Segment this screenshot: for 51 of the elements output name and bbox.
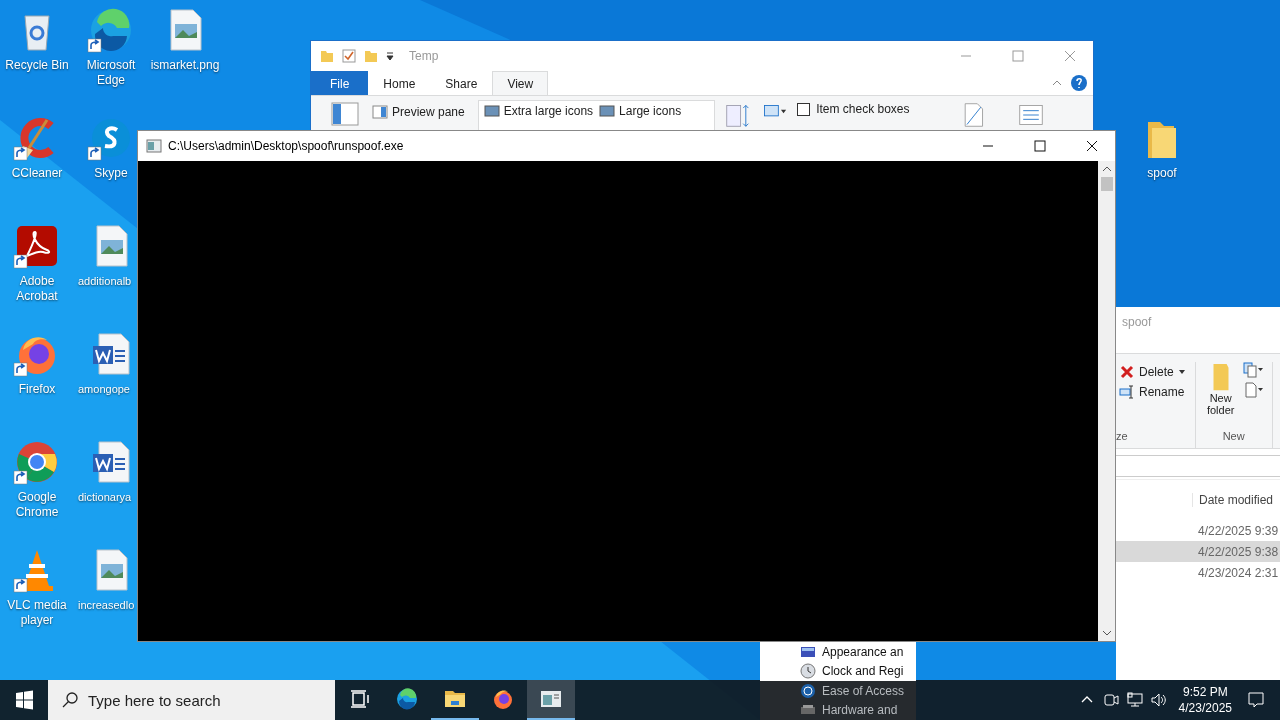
preview-pane-icon <box>372 104 388 120</box>
clock-date[interactable]: 4/23/2025 <box>1178 700 1232 716</box>
new-folder-button[interactable]: New folder <box>1203 362 1238 416</box>
layout-option[interactable]: Large icons <box>596 101 685 121</box>
desktop-icon-label[interactable]: Skype <box>94 166 128 181</box>
ease-icon[interactable] <box>800 682 816 699</box>
edge-icon <box>395 687 419 711</box>
help-icon[interactable] <box>1071 75 1087 91</box>
options-icon[interactable] <box>1017 102 1044 128</box>
file-row[interactable]: 4/23/2024 2:31 <box>1116 562 1280 583</box>
caret-icon <box>1177 368 1186 376</box>
delete-button[interactable]: Delete <box>1116 362 1189 382</box>
window-title: C:\Users\admin\Desktop\spoof\runspoof.exe <box>168 139 404 153</box>
ribbon-tab[interactable]: View <box>492 71 549 95</box>
console-app-icon <box>146 138 162 154</box>
desktop-icon-label[interactable]: ismarket.png <box>150 58 220 73</box>
search-icon <box>62 692 78 708</box>
dropdown-icon[interactable] <box>385 51 395 61</box>
clock-icon[interactable] <box>800 663 816 680</box>
console-taskbar-button[interactable] <box>527 680 575 720</box>
new-item-icon[interactable] <box>1241 362 1264 378</box>
clock-time[interactable]: 9:52 PM <box>1182 684 1228 700</box>
scrollbar-thumb[interactable] <box>1100 177 1113 191</box>
control-panel-link[interactable]: Appearance an <box>822 644 904 659</box>
search-field[interactable]: Type here to search <box>48 680 335 720</box>
properties-icon[interactable] <box>341 48 357 64</box>
group-label: New <box>1222 430 1245 442</box>
notifications-icon[interactable] <box>1246 690 1266 710</box>
desktop-icon-label[interactable]: spoof <box>1147 166 1177 181</box>
layout-option[interactable]: Extra large icons <box>480 101 597 121</box>
picture-frame-icon <box>483 103 500 119</box>
picture-frame-icon <box>599 103 616 119</box>
scrollbar[interactable] <box>1098 161 1115 641</box>
rename-button[interactable]: Rename <box>1116 382 1189 402</box>
navigation-pane-icon[interactable] <box>331 102 359 126</box>
item-check-boxes-checkbox[interactable]: Item check boxes <box>797 102 910 116</box>
rename-icon <box>1119 384 1135 400</box>
delete-icon <box>1119 364 1135 380</box>
column-header[interactable]: Date modified <box>1192 493 1274 507</box>
control-panel-link[interactable]: Clock and Regi <box>822 664 904 679</box>
sort-icon[interactable] <box>725 102 752 128</box>
preview-pane-button[interactable]: Preview pane <box>369 102 468 122</box>
network-icon[interactable] <box>1124 690 1145 710</box>
ribbon-tab[interactable]: File <box>311 71 369 95</box>
window-title: Temp <box>409 49 439 63</box>
file-row[interactable]: 4/22/2025 9:38 <box>1116 541 1280 562</box>
desktop-icon-label[interactable]: Recycle Bin <box>5 58 69 73</box>
file-row[interactable]: 4/22/2025 9:39 <box>1116 520 1280 541</box>
desktop-icon-label[interactable]: Microsoft Edge <box>75 58 147 88</box>
window-title: spoof <box>1121 314 1153 331</box>
group-label: ze <box>1116 430 1129 442</box>
